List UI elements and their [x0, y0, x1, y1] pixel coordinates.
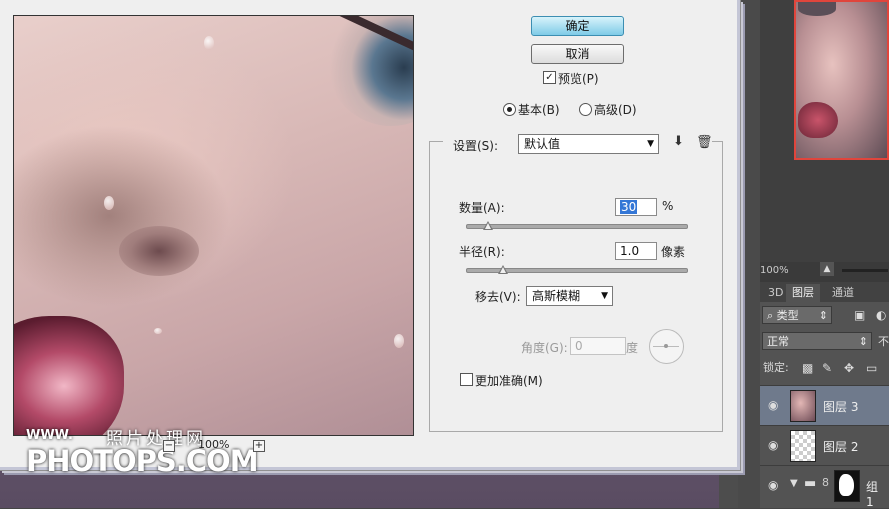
layers-panel: 3D 图层 通道 ⌕ 类型 ⇕ ▣ ◐ 正常 ⇕ 不 锁定: ▩ ✎ ✥ ▭ ◉… [760, 282, 889, 509]
radius-value: 1.0 [620, 244, 640, 258]
angle-label: 角度(G): [521, 341, 568, 355]
angle-dial[interactable] [649, 329, 684, 364]
layer-thumbnail [790, 390, 816, 422]
mode-basic-radio[interactable] [503, 103, 516, 116]
mode-basic-label[interactable]: 基本(B) [518, 101, 560, 118]
layer-row[interactable]: ◉ ▼ ▬ 8 组 1 [760, 465, 889, 509]
angle-value: 0 [575, 339, 583, 353]
remove-select[interactable]: 高斯模糊 ▼ [526, 286, 613, 306]
tab-layers[interactable]: 图层 [786, 284, 820, 302]
angle-unit: 度 [626, 341, 639, 355]
angle-input[interactable]: 0 [570, 337, 626, 355]
folder-icon: ▬ [804, 476, 817, 491]
thumbnail-eye [798, 2, 836, 16]
layer-name: 图层 3 [823, 400, 859, 414]
navigator-thumbnail[interactable] [794, 0, 889, 160]
water-drop [104, 196, 114, 210]
amount-input[interactable]: 30 [615, 198, 657, 216]
radius-label: 半径(R): [459, 245, 505, 259]
delete-preset-icon[interactable]: 🗑 [696, 135, 713, 150]
preview-nostril [119, 226, 199, 276]
water-drop [204, 36, 214, 50]
zoom-out-mountain-icon[interactable]: ▲ [820, 262, 834, 276]
layer-name: 图层 2 [823, 440, 859, 454]
opacity-label: 不 [878, 335, 889, 348]
mode-advanced-label[interactable]: 高级(D) [594, 101, 637, 118]
preview-image[interactable] [13, 15, 414, 436]
blend-row: 正常 ⇕ 不 [760, 330, 889, 354]
radius-unit: 像素 [661, 245, 686, 259]
blend-mode-select[interactable]: 正常 ⇕ [762, 332, 872, 350]
link-icon: 8 [822, 476, 829, 489]
more-accurate-label[interactable]: 更加准确(M) [475, 372, 543, 389]
dropdown-arrow-icon: ▼ [601, 291, 608, 301]
group-border [429, 141, 443, 142]
updown-icon: ⇕ [858, 335, 868, 348]
preview-eye [326, 16, 413, 126]
lock-row: 锁定: ▩ ✎ ✥ ▭ [760, 356, 889, 380]
radius-slider-thumb[interactable] [498, 265, 509, 274]
preview-lips [14, 316, 124, 435]
thumbnail-lips [798, 102, 838, 138]
amount-slider-thumb[interactable] [483, 221, 493, 230]
visibility-eye-icon[interactable]: ◉ [768, 398, 778, 412]
search-icon: ⌕ [767, 309, 777, 322]
more-accurate-checkbox[interactable] [460, 373, 473, 386]
navigator-zoom-bar: 100% ▲ [760, 262, 889, 282]
updown-icon: ⇕ [818, 309, 828, 322]
zoom-in-button[interactable]: + [253, 440, 265, 452]
layer-row[interactable]: ◉ 图层 2 [760, 425, 889, 466]
panel-tabs: 3D 图层 通道 [760, 282, 889, 302]
mask-thumbnail [834, 470, 860, 502]
lock-brush-icon[interactable]: ✎ [822, 361, 832, 375]
layer-name: 组 1 [866, 480, 879, 509]
watermark-www: WWW. [26, 428, 73, 443]
panel-dock-icons [738, 0, 760, 508]
lock-move-icon[interactable]: ✥ [844, 361, 854, 375]
navigator-zoom-slider[interactable] [842, 269, 888, 272]
layer-filter-select[interactable]: ⌕ 类型 ⇕ [762, 306, 832, 324]
preview-checkbox[interactable]: ✓ [543, 71, 556, 84]
image-filter-icon[interactable]: ▣ [854, 308, 865, 322]
ok-button[interactable]: 确定 [531, 16, 624, 36]
tab-channels[interactable]: 通道 [826, 284, 860, 302]
visibility-eye-icon[interactable]: ◉ [768, 478, 778, 492]
lock-transparent-icon[interactable]: ▩ [802, 361, 813, 375]
remove-label: 移去(V): [475, 290, 521, 304]
cancel-button[interactable]: 取消 [531, 44, 624, 64]
smart-sharpen-dialog: WWW. 照片处理网 PHOTOPS.COM − 100% + 确定 取消 ✓ … [0, 0, 741, 478]
preview-label[interactable]: 预览(P) [558, 70, 599, 87]
amount-slider-track[interactable] [466, 224, 688, 229]
layer-thumbnail [790, 430, 816, 462]
group-expand-icon[interactable]: ▼ [790, 478, 798, 489]
layer-filter-row: ⌕ 类型 ⇕ ▣ ◐ [760, 304, 889, 328]
lock-all-icon[interactable]: ▭ [866, 361, 877, 375]
amount-unit: % [662, 199, 674, 213]
remove-value: 高斯模糊 [532, 289, 581, 303]
amount-label: 数量(A): [459, 201, 505, 215]
radius-input[interactable]: 1.0 [615, 242, 657, 260]
zoom-out-button[interactable]: − [163, 440, 175, 452]
save-preset-icon[interactable]: ⬇ [673, 134, 684, 149]
amount-value: 30 [620, 200, 638, 214]
zoom-level: 100% [198, 438, 230, 451]
water-drop [154, 328, 162, 334]
lock-label: 锁定: [763, 361, 789, 374]
settings-value: 默认值 [524, 137, 561, 151]
layer-filter-value: 类型 [776, 309, 799, 322]
settings-label: 设置(S): [453, 139, 499, 153]
blend-mode-value: 正常 [767, 335, 789, 348]
group-border [712, 141, 722, 142]
layer-row[interactable]: ◉ 图层 3 [760, 385, 889, 426]
mode-advanced-radio[interactable] [579, 103, 592, 116]
settings-select[interactable]: 默认值 ▼ [518, 134, 659, 154]
adjustment-filter-icon[interactable]: ◐ [876, 308, 886, 322]
navigator-zoom-value[interactable]: 100% [760, 265, 789, 276]
dropdown-arrow-icon: ▼ [647, 139, 654, 149]
water-drop [394, 334, 404, 348]
visibility-eye-icon[interactable]: ◉ [768, 438, 778, 452]
